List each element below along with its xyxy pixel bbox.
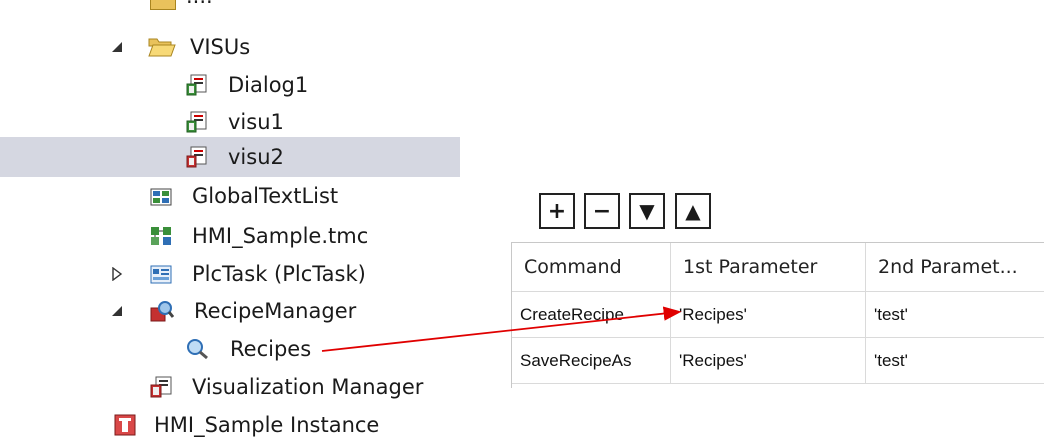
annotation-arrow (321, 306, 682, 352)
annotation-arrow-line (321, 306, 682, 352)
